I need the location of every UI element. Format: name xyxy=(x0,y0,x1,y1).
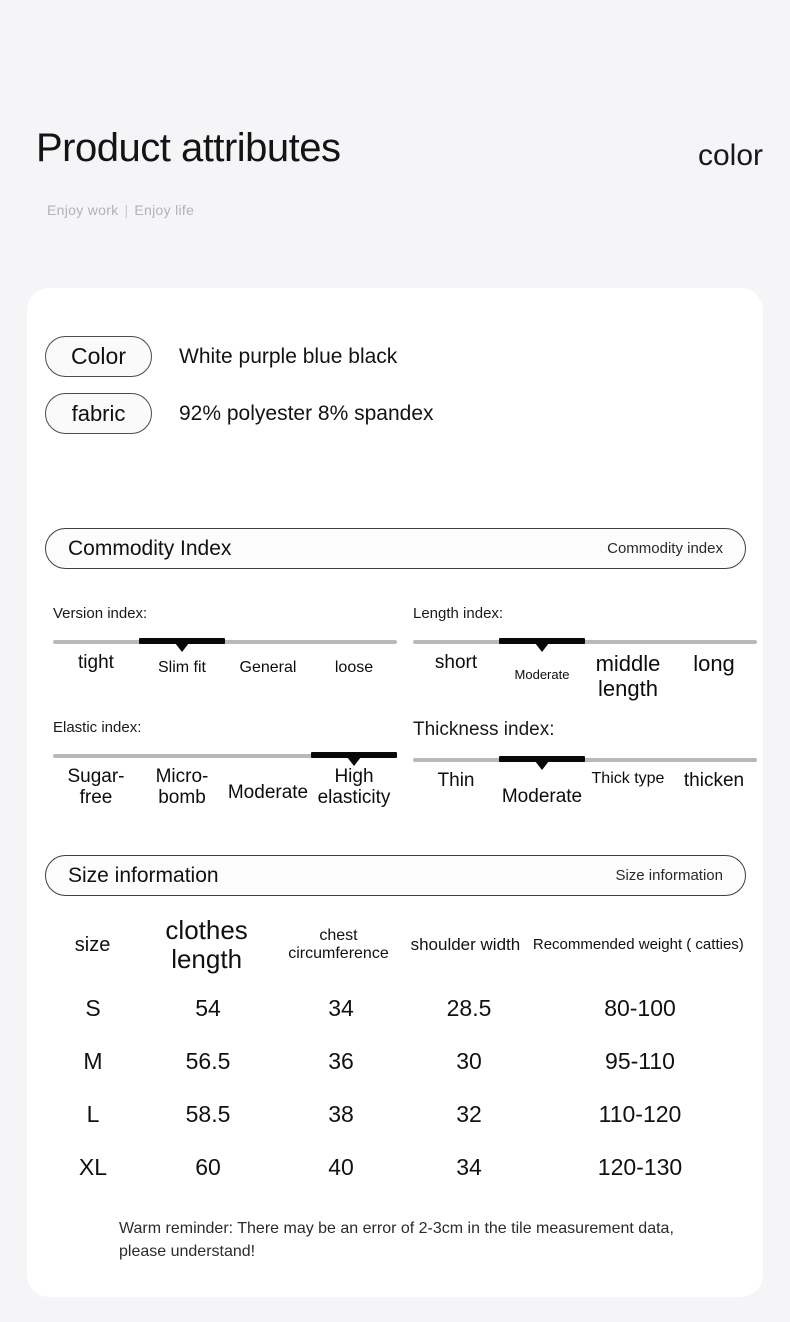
slider-marker-icon xyxy=(175,643,189,652)
table-cell-chest: 34 xyxy=(328,994,354,1021)
index-tick-label: High elasticity xyxy=(317,766,391,809)
slider-marker-icon xyxy=(347,757,361,766)
section-subtitle-commodity-index: Commodity index xyxy=(607,540,723,557)
slider-track xyxy=(413,758,757,762)
table-cell-weight: 80-100 xyxy=(604,994,676,1021)
index-tick-label: tight xyxy=(78,652,114,673)
table-row: L 58.5 38 32 110-120 xyxy=(45,1088,749,1141)
table-row: M 56.5 36 30 95-110 xyxy=(45,1035,749,1088)
index-tick-label: middle length xyxy=(595,651,661,701)
product-attributes-card: Color White purple blue black fabric 92%… xyxy=(27,288,763,1297)
index-tick-label: Sugar-free xyxy=(67,766,125,809)
attribute-pill-fabric: fabric xyxy=(45,393,152,434)
table-row: S 54 34 28.5 80-100 xyxy=(45,982,749,1035)
page-subtitle-left: Enjoy work xyxy=(47,202,119,218)
table-cell-length: 58.5 xyxy=(185,1100,231,1127)
slider-marker-icon xyxy=(535,643,549,652)
table-header-cell: size xyxy=(74,934,111,956)
index-tick-label: Moderate xyxy=(227,782,309,803)
table-header-cell: chest circumference xyxy=(288,927,389,962)
table-cell-size: XL xyxy=(78,1153,108,1180)
index-slider-thickness[interactable] xyxy=(413,754,757,770)
table-cell-shoulder: 30 xyxy=(456,1047,482,1074)
index-slider-elastic[interactable] xyxy=(53,750,397,766)
index-tick-label: Thick type xyxy=(591,770,665,787)
commodity-index-grid: Version index: tight Slim fit General lo… xyxy=(27,606,763,846)
section-bar-commodity-index: Commodity Index Commodity index xyxy=(45,528,746,569)
table-cell-length: 54 xyxy=(195,994,221,1021)
slider-track xyxy=(53,640,397,644)
table-cell-shoulder: 28.5 xyxy=(446,994,492,1021)
attribute-row-color: Color White purple blue black xyxy=(45,336,397,377)
table-cell-length: 60 xyxy=(195,1153,221,1180)
table-header-cell: shoulder width xyxy=(410,934,521,954)
index-tick-label: thicken xyxy=(683,770,745,791)
table-cell-weight: 110-120 xyxy=(598,1100,682,1127)
size-table: size clothes length chest circumference … xyxy=(45,908,749,1194)
index-label-thickness: Thickness index: xyxy=(413,719,555,740)
table-cell-shoulder: 34 xyxy=(456,1153,482,1180)
table-cell-size: L xyxy=(86,1100,100,1127)
section-title-commodity-index: Commodity Index xyxy=(68,537,232,560)
page-header: Product attributes color Enjoy work | Enjo… xyxy=(0,0,790,288)
table-cell-weight: 120-130 xyxy=(597,1153,683,1180)
table-header-row: size clothes length chest circumference … xyxy=(45,908,749,982)
table-cell-length: 56.5 xyxy=(185,1047,231,1074)
page-title: Product attributes xyxy=(36,126,341,170)
table-cell-size: M xyxy=(83,1047,103,1074)
index-tick-label: General xyxy=(239,659,297,676)
section-subtitle-size-information: Size information xyxy=(615,867,723,884)
index-slider-length[interactable] xyxy=(413,636,757,652)
table-cell-chest: 36 xyxy=(328,1047,354,1074)
page-subtitle: Enjoy work | Enjoy life xyxy=(47,203,194,217)
attribute-pill-color: Color xyxy=(45,336,152,377)
index-label-elastic: Elastic index: xyxy=(53,719,142,736)
table-cell-shoulder: 32 xyxy=(456,1100,482,1127)
index-tick-label: Thin xyxy=(437,770,475,791)
attribute-value-color: White purple blue black xyxy=(179,345,398,368)
warm-reminder-text: Warm reminder: There may be an error of … xyxy=(119,1220,674,1260)
attribute-row-fabric: fabric 92% polyester 8% spandex xyxy=(45,393,434,434)
index-tick-label: Moderate xyxy=(501,786,583,807)
index-block-version: Version index: tight Slim fit General lo… xyxy=(53,606,397,724)
index-label-length: Length index: xyxy=(413,605,504,622)
index-tick-label: Slim fit xyxy=(158,659,206,676)
slider-track xyxy=(413,640,757,644)
section-title-size-information: Size information xyxy=(68,864,219,887)
index-ticks-version: tight Slim fit General loose xyxy=(53,652,397,724)
table-header-cell: Recommended weight ( catties) xyxy=(532,935,744,953)
table-cell-chest: 40 xyxy=(328,1153,354,1180)
index-label-version: Version index: xyxy=(53,605,148,622)
table-cell-chest: 38 xyxy=(328,1100,354,1127)
table-cell-size: S xyxy=(85,994,101,1021)
index-tick-label: loose xyxy=(334,659,374,676)
index-ticks-elastic: Sugar-free Micro-bomb Moderate High elas… xyxy=(53,766,397,838)
index-block-elastic: Elastic index: Sugar-free Micro-bomb Mod… xyxy=(53,720,397,838)
attribute-value-fabric: 92% polyester 8% spandex xyxy=(179,402,434,425)
index-slider-version[interactable] xyxy=(53,636,397,652)
table-row: XL 60 40 34 120-130 xyxy=(45,1141,749,1194)
page-title-right-label: color xyxy=(697,139,763,172)
section-bar-size-information: Size information Size information xyxy=(45,855,746,896)
table-cell-weight: 95-110 xyxy=(605,1047,675,1074)
page-subtitle-right: Enjoy life xyxy=(134,202,195,218)
index-block-thickness: Thickness index: Thin Moderate Thick typ… xyxy=(413,720,757,842)
index-block-length: Length index: short Moderate middle leng… xyxy=(413,606,757,724)
page-subtitle-separator: | xyxy=(124,202,129,218)
index-tick-label: Micro-bomb xyxy=(155,766,209,809)
index-ticks-thickness: Thin Moderate Thick type thicken xyxy=(413,770,757,842)
table-header-cell: clothes length xyxy=(165,915,248,974)
slider-marker-icon xyxy=(535,761,549,770)
index-ticks-length: short Moderate middle length long xyxy=(413,651,757,724)
index-tick-label: short xyxy=(434,652,478,673)
index-tick-label: Moderate xyxy=(514,667,570,682)
index-tick-label: long xyxy=(693,651,735,676)
